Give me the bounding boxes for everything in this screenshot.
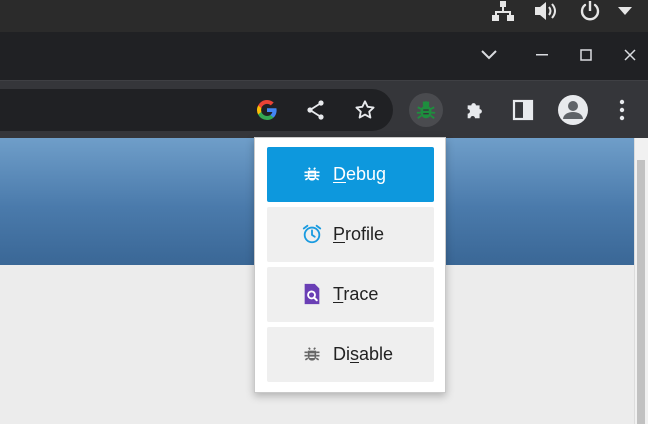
debugger-extension-icon[interactable] [409,93,443,127]
network-icon[interactable] [490,0,516,22]
extension-popup-menu: Debug Profile Trace Disable [254,137,446,393]
share-icon[interactable] [299,93,333,127]
debug-menu-item[interactable]: Debug [267,147,434,202]
disable-menu-item[interactable]: Disable [267,327,434,382]
close-icon[interactable] [617,42,643,68]
bug-icon [301,163,323,185]
side-panel-icon[interactable] [506,93,540,127]
bookmark-star-icon[interactable] [348,93,382,127]
menu-kebab-icon[interactable] [605,93,639,127]
extensions-puzzle-icon[interactable] [458,93,492,127]
address-bar[interactable] [0,89,393,131]
screen: Debug Profile Trace Disable [0,0,648,424]
google-icon[interactable] [250,93,284,127]
bug-disabled-icon [301,343,323,365]
volume-icon[interactable] [533,0,561,22]
disable-label: Disable [333,344,394,364]
dropdown-arrow-icon[interactable] [614,0,636,22]
scrollbar-thumb[interactable] [637,160,645,424]
os-top-bar [0,0,648,32]
tab-search-chevron-icon[interactable] [476,42,502,68]
trace-label: Trace [333,284,379,304]
alarm-clock-icon [301,223,323,245]
profile-avatar-icon[interactable] [556,93,590,127]
profile-label: Profile [333,224,385,244]
maximize-icon[interactable] [573,42,599,68]
trace-menu-item[interactable]: Trace [267,267,434,322]
profile-menu-item[interactable]: Profile [267,207,434,262]
trace-search-icon [301,283,323,305]
minimize-icon[interactable] [529,42,555,68]
debug-label: Debug [333,164,387,184]
power-icon[interactable] [577,0,603,22]
